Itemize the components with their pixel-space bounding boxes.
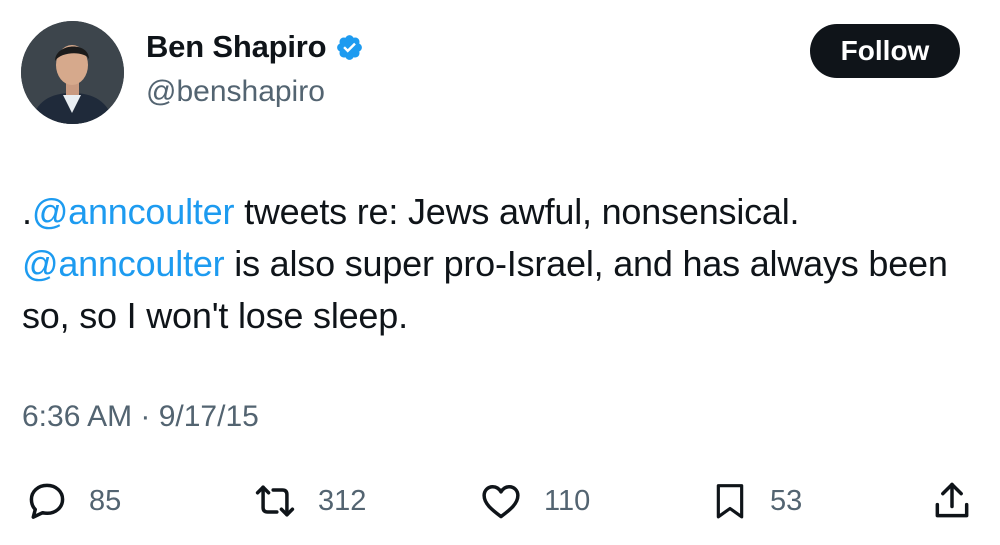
repost-icon — [255, 485, 295, 517]
bookmark-icon — [716, 484, 744, 519]
share-button[interactable] — [930, 478, 974, 524]
bookmark-button[interactable]: 53 — [710, 478, 802, 524]
reply-icon — [29, 483, 65, 519]
like-count: 110 — [544, 484, 591, 517]
heart-icon — [482, 484, 520, 519]
tweet-text-prefix: . — [22, 191, 32, 232]
like-button[interactable]: 110 — [478, 478, 590, 524]
avatar[interactable] — [21, 21, 124, 124]
tweet-timestamp[interactable]: 6:36 AM · 9/17/15 — [22, 400, 259, 434]
repost-count: 312 — [318, 484, 367, 517]
follow-button[interactable]: Follow — [810, 24, 960, 78]
verified-badge-icon — [337, 34, 363, 60]
repost-button[interactable]: 312 — [252, 478, 366, 524]
author-name[interactable]: Ben Shapiro — [146, 29, 364, 65]
reply-count: 85 — [89, 484, 122, 517]
reply-button[interactable]: 85 — [25, 478, 121, 524]
mention-link[interactable]: @anncoulter — [22, 243, 225, 284]
tweet-text-part: tweets re: Jews awful, nonsensical. — [234, 191, 800, 232]
mention-link[interactable]: @anncoulter — [32, 191, 235, 232]
tweet-text: .@anncoulter tweets re: Jews awful, nons… — [22, 186, 972, 342]
share-icon — [935, 482, 969, 518]
author-handle[interactable]: @benshapiro — [146, 75, 325, 109]
bookmark-count: 53 — [770, 484, 803, 517]
author-display-name[interactable]: Ben Shapiro — [146, 29, 327, 65]
